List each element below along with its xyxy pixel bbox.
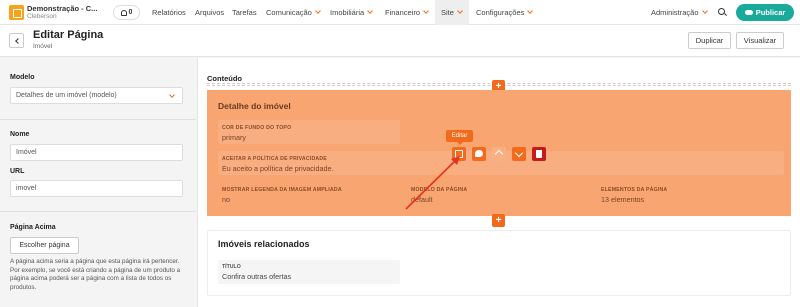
name-label: Nome (10, 131, 30, 138)
parent-page-label: Página Acima (10, 224, 56, 231)
block-title: Imóveis relacionados (218, 239, 310, 249)
bell-icon (120, 9, 127, 16)
field-label: MOSTRAR LEGENDA DA IMAGEM AMPLIADA (222, 187, 342, 193)
name-field[interactable]: Imóvel (10, 144, 183, 161)
publish-button[interactable]: Publicar (736, 4, 794, 21)
move-up-button[interactable] (492, 147, 506, 161)
model-select-value: Detalhes de um imóvel (modelo) (16, 92, 117, 99)
add-block-button-bottom[interactable]: + (492, 214, 505, 227)
block-title: Detalhe do imóvel (218, 101, 291, 111)
field-value: 13 elementos (601, 195, 645, 204)
move-down-button[interactable] (512, 147, 526, 161)
notifications-count: 0 (128, 9, 133, 16)
page-title: Editar Página (33, 29, 104, 41)
parent-page-help: A página acima seria a página que esta p… (10, 258, 181, 291)
delete-block-button[interactable] (532, 147, 546, 161)
field-value: default (411, 195, 433, 204)
nav-configuracoes[interactable]: Configurações (476, 8, 532, 17)
page-header: Editar Página Imóvel Duplicar Visualizar (0, 25, 800, 57)
field-value: Confira outras ofertas (222, 272, 292, 281)
nav-comunicacao[interactable]: Comunicação (266, 8, 320, 17)
url-field[interactable]: imovel (10, 180, 183, 197)
view-button[interactable]: Visualizar (736, 32, 784, 49)
field-label: ELEMENTOS DA PÁGINA (601, 187, 668, 193)
account-name[interactable]: Demonstração - C... (27, 4, 97, 13)
duplicate-button[interactable]: Duplicar (688, 32, 731, 49)
trash-icon (536, 150, 542, 158)
content-section-label: Conteúdo (207, 74, 242, 83)
search-icon[interactable] (718, 8, 725, 15)
chevron-down-icon (169, 92, 175, 98)
arrow-up-icon (494, 149, 504, 159)
divider (0, 211, 196, 212)
edit-tooltip: Editar (446, 130, 473, 145)
field-label: TÍTULO (222, 264, 241, 270)
nav-arquivos[interactable]: Arquivos (195, 8, 224, 17)
nav-imobiliaria[interactable]: Imobiliária (330, 8, 372, 17)
account-user: Cleberson (27, 13, 57, 20)
edit-block-button[interactable] (452, 147, 466, 161)
choose-page-button[interactable]: Escolher página (10, 237, 79, 254)
field-value: primary (222, 133, 246, 142)
arrow-down-icon (514, 148, 524, 158)
model-label: Modelo (10, 74, 35, 81)
publish-label: Publicar (755, 8, 786, 17)
field-label: MODELO DA PÁGINA (411, 187, 468, 193)
comment-icon (475, 150, 483, 157)
comment-block-button[interactable] (472, 147, 486, 161)
edit-icon (455, 150, 463, 158)
nav-relatorios[interactable]: Relatórios (152, 8, 186, 17)
model-select[interactable]: Detalhes de um imóvel (modelo) (10, 87, 183, 104)
url-label: URL (10, 168, 25, 175)
field-label: COR DE FUNDO DO TOPO (222, 125, 292, 131)
cloud-upload-icon (744, 10, 753, 15)
page-subtitle: Imóvel (33, 43, 53, 50)
admin-menu[interactable]: Administração (651, 8, 707, 17)
field-value: no (222, 195, 230, 204)
field-label: ACEITAR A POLÍTICA DE PRIVACIDADE (222, 156, 327, 162)
field-value: Eu aceito a política de privacidade. (222, 164, 334, 173)
nav-tarefas[interactable]: Tarefas (232, 8, 257, 17)
notifications-button[interactable]: 0 (113, 5, 140, 20)
back-button[interactable] (9, 33, 24, 48)
brand-logo-icon[interactable] (9, 5, 24, 20)
top-navbar: Demonstração - C... Cleberson 0 Relatóri… (0, 0, 800, 25)
nav-financeiro[interactable]: Financeiro (385, 8, 428, 17)
nav-site[interactable]: Site (441, 8, 462, 17)
divider (0, 119, 196, 120)
